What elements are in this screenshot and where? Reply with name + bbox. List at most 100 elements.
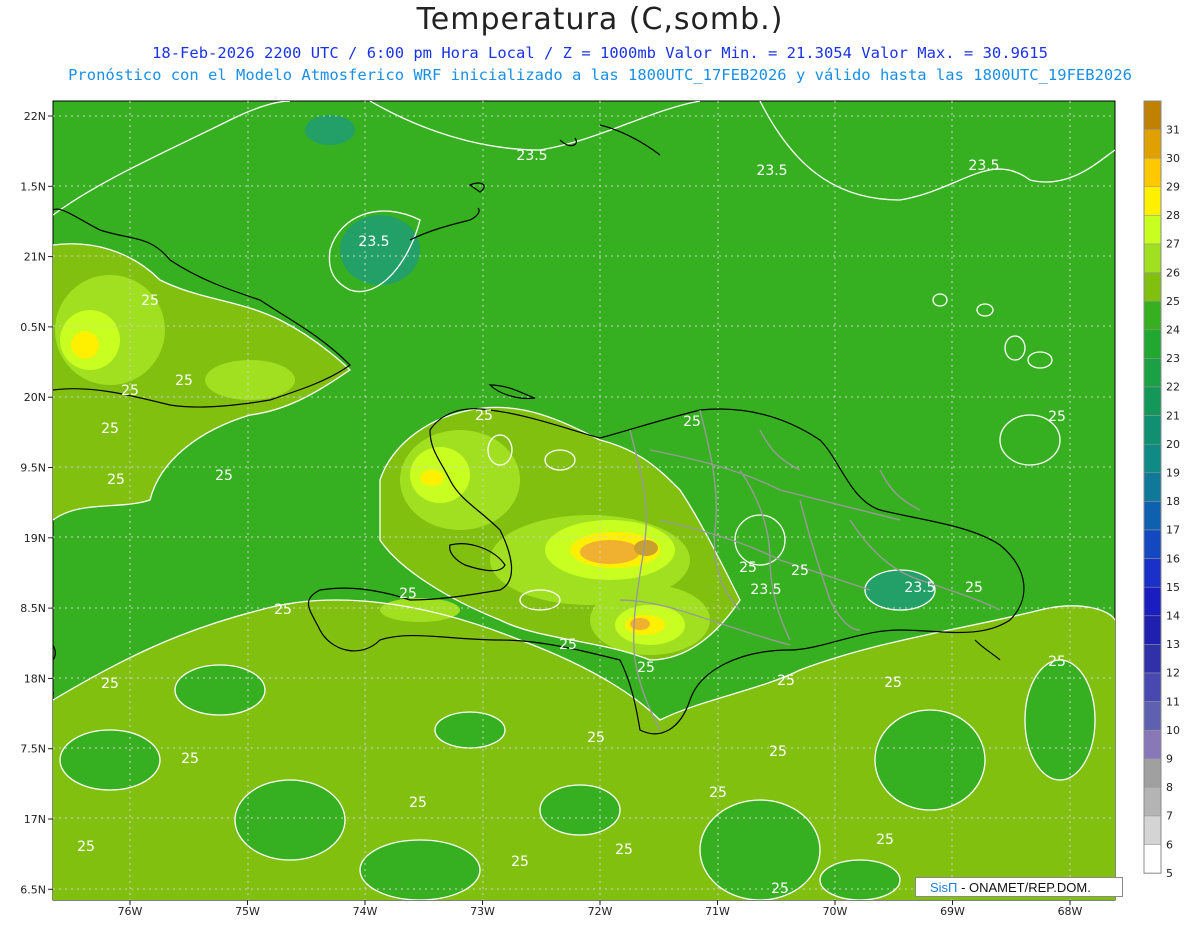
lon-label: 70W	[823, 905, 848, 918]
contour-label: 25	[771, 881, 789, 897]
colorbar-label: 23	[1166, 352, 1180, 365]
contour-label: 23.5	[756, 163, 787, 179]
colorbar-label: 25	[1166, 295, 1180, 308]
colorbar-label: 5	[1166, 867, 1173, 880]
contour-label: 23.5	[516, 148, 547, 164]
colorbar-label: 9	[1166, 753, 1173, 766]
temp-band-30	[634, 540, 658, 556]
colorbar-swatch	[1143, 243, 1162, 273]
lon-label: 73W	[470, 905, 495, 918]
colorbar-swatch	[1143, 815, 1162, 845]
contour-label: 25	[399, 586, 417, 602]
lon-label: 75W	[235, 905, 260, 918]
contour-label: 23.5	[968, 158, 999, 174]
contour-label: 25	[101, 421, 119, 437]
contour-label: 25	[121, 383, 139, 399]
colorbar-swatch	[1143, 415, 1162, 445]
contour-label: 25	[876, 832, 894, 848]
lon-label: 74W	[353, 905, 378, 918]
lat-label: 17N	[24, 813, 46, 826]
contour-label: 25	[141, 293, 159, 309]
lon-label: 69W	[940, 905, 965, 918]
contour-label: 25	[739, 560, 757, 576]
colorbar-swatch	[1143, 501, 1162, 531]
lon-label: 71W	[705, 905, 730, 918]
lon-label: 76W	[118, 905, 143, 918]
colorbar-label: 17	[1166, 524, 1180, 537]
colorbar-swatch	[1143, 844, 1162, 874]
contour-label: 25	[77, 839, 95, 855]
sispi-logo: SisΠ	[930, 880, 958, 895]
colorbar-swatch	[1143, 358, 1162, 388]
contour-label: 25	[615, 842, 633, 858]
contour-label: 25	[587, 730, 605, 746]
lat-label: 19N	[24, 532, 46, 545]
colorbar-label: 14	[1166, 610, 1180, 623]
lat-labels: 22N 1.5N 21N 0.5N 20N 9.5N 19N 8.5N 18N 7.5N 17N 6.…	[20, 110, 53, 896]
credit-text: - ONAMET/REP.DOM.	[957, 880, 1091, 895]
colorbar-swatch	[1143, 615, 1162, 645]
map-title: Temperatura (C,somb.)	[416, 2, 784, 37]
colorbar-swatch	[1143, 758, 1162, 788]
lat-label: 22N	[24, 110, 46, 123]
colorbar-label: 6	[1166, 838, 1173, 851]
contour-label: 25	[175, 373, 193, 389]
contour-label: 25	[215, 468, 233, 484]
contour-label: 25	[683, 414, 701, 430]
lat-label: 6.5N	[20, 883, 46, 896]
lat-label: 0.5N	[20, 321, 46, 334]
colorbar-label: 8	[1166, 781, 1173, 794]
contour-label: 25	[777, 673, 795, 689]
temperature-map: 22N 1.5N 21N 0.5N 20N 9.5N 19N 8.5N 18N 7.5N 17N 6.…	[20, 100, 1180, 918]
colorbar-label: 16	[1166, 552, 1180, 565]
contour-label: 25	[181, 751, 199, 767]
colorbar-swatch	[1143, 443, 1162, 474]
colorbar-swatch	[1143, 472, 1162, 502]
contour-label: 25	[1048, 409, 1066, 425]
map-subtitle-model: Pronóstico con el Modelo Atmosferico WRF…	[68, 66, 1132, 84]
colorbar-swatch	[1143, 787, 1162, 817]
lat-label: 1.5N	[20, 180, 46, 193]
contour-label: 25	[511, 854, 529, 870]
colorbar-label: 31	[1166, 123, 1180, 136]
colorbar-swatch	[1143, 701, 1162, 731]
lat-label: 9.5N	[20, 462, 46, 475]
colorbar: 31 30 29 28 27 26 25 24 23 22 21 20 19 18 17 16 15 14 13 12…	[1143, 100, 1180, 880]
lat-label: 7.5N	[20, 743, 46, 756]
colorbar-swatch	[1143, 729, 1162, 760]
lat-label: 20N	[24, 391, 46, 404]
contour-label: 25	[409, 795, 427, 811]
colorbar-swatch	[1143, 215, 1162, 245]
colorbar-swatch	[1143, 644, 1162, 674]
contour-label: 25	[101, 676, 119, 692]
colorbar-label: 7	[1166, 810, 1173, 823]
credit-box: SisΠ - ONAMET/REP.DOM.	[915, 877, 1123, 897]
colorbar-label: 22	[1166, 381, 1180, 394]
colorbar-label: 20	[1166, 438, 1180, 451]
lat-label: 18N	[24, 672, 46, 685]
contour-label: 25	[1048, 654, 1066, 670]
colorbar-swatch	[1143, 100, 1162, 130]
colorbar-swatch	[1143, 672, 1162, 702]
lon-label: 72W	[588, 905, 613, 918]
colorbar-label: 10	[1166, 724, 1180, 737]
colorbar-label: 30	[1166, 152, 1180, 165]
contour-label: 25	[107, 472, 125, 488]
contour-label: 23.5	[358, 234, 389, 250]
colorbar-label: 27	[1166, 238, 1180, 251]
colorbar-label: 11	[1166, 695, 1180, 708]
contour-label: 25	[637, 660, 655, 676]
colorbar-swatch	[1143, 586, 1162, 617]
colorbar-label: 13	[1166, 638, 1180, 651]
colorbar-swatch	[1143, 157, 1162, 188]
contour-label: 25	[475, 408, 493, 424]
contour-label: 25	[791, 563, 809, 579]
lon-labels: 76W 75W 74W 73W 72W 71W 70W 69W 68W	[118, 900, 1083, 918]
colorbar-label: 26	[1166, 266, 1180, 279]
colorbar-swatch	[1143, 129, 1162, 159]
colorbar-label: 29	[1166, 181, 1180, 194]
colorbar-label: 24	[1166, 324, 1180, 337]
colorbar-label: 18	[1166, 495, 1180, 508]
contour-label: 25	[965, 580, 983, 596]
colorbar-swatch	[1143, 186, 1162, 216]
